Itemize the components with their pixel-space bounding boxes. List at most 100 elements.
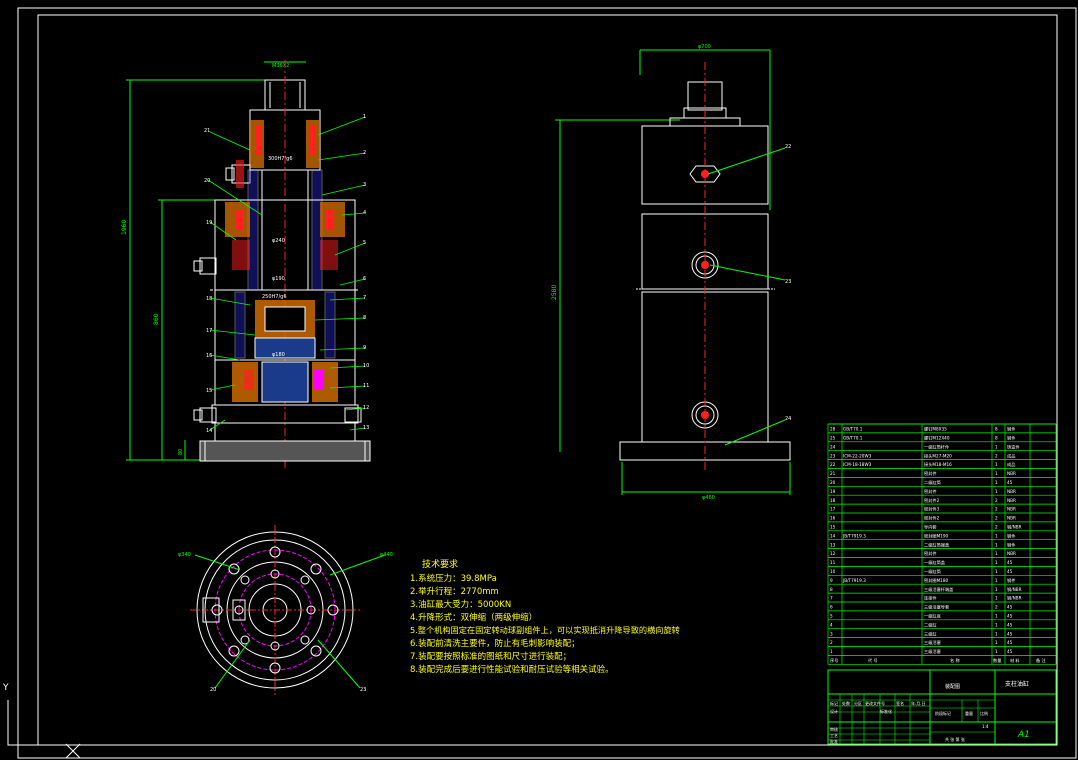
bom-row-std: ICM-22-20W3 bbox=[843, 453, 872, 458]
bom-row-no: 19 bbox=[830, 489, 836, 494]
tb-label-mark: 标记 bbox=[830, 700, 838, 706]
tb-label-scale: 比例 bbox=[980, 710, 988, 716]
tech-title: 技术要求 bbox=[422, 558, 458, 570]
svg-text:Y: Y bbox=[2, 683, 9, 693]
bom-row-qty: 1 bbox=[995, 587, 998, 592]
bom-row-name: 三级活塞 bbox=[924, 639, 942, 646]
bom-row-no: 5 bbox=[830, 614, 833, 619]
callout-18: 18 bbox=[206, 296, 212, 302]
dim-side-height: 2580 bbox=[551, 285, 558, 300]
bom-row-material: 钢/NBR bbox=[1007, 595, 1022, 602]
bom-row-no: 6 bbox=[830, 605, 833, 610]
bom-row-material: 钢件 bbox=[1007, 541, 1015, 548]
bom-row-name: 二级缸筒端盖 bbox=[924, 541, 949, 548]
callout-21: 21 bbox=[204, 128, 210, 134]
bom-row-no: 8 bbox=[830, 587, 833, 592]
bom-row-material: NBR bbox=[1007, 507, 1016, 512]
bom-row-no: 4 bbox=[830, 622, 833, 627]
tb-label-design: 设计 bbox=[830, 708, 838, 714]
tech-line-6: 6.装配前清洗主要件，防止有毛刺影响装配； bbox=[410, 638, 580, 649]
bom-row-name: 密封件2 bbox=[924, 497, 940, 504]
bom-row-name: 二级缸 bbox=[924, 621, 937, 628]
bom-row-no: 22 bbox=[830, 462, 836, 467]
callout-5: 5 bbox=[363, 240, 366, 246]
bom-row-name: 螺钉M8X35 bbox=[924, 426, 947, 433]
bom-row-name: 连接件 bbox=[924, 595, 937, 602]
bom-row-no: 15 bbox=[830, 525, 836, 530]
callout-16: 16 bbox=[206, 353, 212, 359]
bom-row-name: 接头M27-M20 bbox=[924, 452, 952, 459]
dia-inner: φ240 bbox=[272, 238, 285, 244]
bom-header-material: 材 料 bbox=[1010, 657, 1021, 664]
bom-row-no: 25 bbox=[830, 436, 836, 441]
bom-row-no: 14 bbox=[830, 533, 836, 538]
bom-row-no: 28 bbox=[830, 427, 836, 432]
tb-label-zone: 分区 bbox=[854, 700, 862, 706]
bom-row-no: 13 bbox=[830, 542, 836, 547]
callout-15: 15 bbox=[206, 388, 212, 394]
bom-row-no: 20 bbox=[830, 480, 836, 485]
tech-requirements: 技术要求 1.系统压力：39.8MPa 2.举升行程：2770mm 3.油缸最大… bbox=[410, 558, 680, 675]
callout-6: 6 bbox=[363, 276, 366, 282]
callout-8: 8 bbox=[363, 315, 366, 321]
bom-row-material: 45 bbox=[1007, 569, 1013, 574]
bom-row-name: 二级缸筒 bbox=[924, 479, 941, 486]
plan-callout-20: 20 bbox=[210, 687, 216, 693]
bom-row-name: 三级缸 bbox=[924, 630, 937, 637]
callout-14: 14 bbox=[206, 428, 212, 434]
bom-row-no: 2 bbox=[830, 640, 833, 645]
bom-row-no: 3 bbox=[830, 631, 833, 636]
tb-label-process: 工艺 bbox=[830, 733, 838, 738]
bom-row-std: GB/T70.1 bbox=[843, 427, 863, 432]
side-callout-22: 22 bbox=[785, 144, 791, 150]
bom-row-std: ICM-18-18W3 bbox=[843, 462, 872, 467]
bom-row-name: 三级活塞导套 bbox=[924, 604, 950, 611]
bom-row-qty: 2 bbox=[995, 453, 998, 458]
bom-row-name: 一级缸筒杆件 bbox=[924, 443, 949, 450]
bom-row-qty: 1 bbox=[995, 649, 998, 654]
bom-row-name: 密封件 bbox=[924, 550, 937, 557]
bom-row-material: NBR bbox=[1007, 516, 1016, 521]
callout-9: 9 bbox=[363, 345, 366, 351]
bom-row-qty: 1 bbox=[995, 462, 998, 467]
bom-row-qty: 8 bbox=[995, 427, 998, 432]
bom-row-name: 导向套 bbox=[924, 524, 937, 531]
bom-row-qty: 2 bbox=[995, 498, 998, 503]
plan-dim-right: φ440 bbox=[380, 552, 393, 558]
bom-row-material: 45 bbox=[1007, 631, 1013, 636]
bom-header-name: 名 称 bbox=[950, 657, 960, 664]
tech-line-8: 8.装配完成后要进行性能试验和耐压试验等相关试验。 bbox=[410, 664, 614, 675]
plan-callout-23: 23 bbox=[360, 687, 366, 693]
bom-row-material: 钢件 bbox=[1007, 577, 1015, 584]
bom-row-material: 钢件 bbox=[1007, 426, 1015, 433]
bom-row-name: 一级缸底 bbox=[924, 613, 941, 620]
callouts-left: 21 20 19 18 17 16 15 14 bbox=[204, 128, 212, 434]
callout-1: 1 bbox=[363, 114, 366, 120]
bom-row-name: 密封件 bbox=[924, 488, 937, 495]
callout-19: 19 bbox=[206, 220, 212, 226]
bom-row-material: 成品 bbox=[1007, 452, 1015, 459]
bom-row-no: 17 bbox=[830, 507, 836, 512]
cad-drawing: M36X2 1960 860 80 300H7/g6 φ240 φ190 250… bbox=[2, 7, 1077, 759]
front-section-view: M36X2 1960 860 80 300H7/g6 φ240 φ190 250… bbox=[121, 60, 371, 470]
bom-row-material: 钢件 bbox=[1007, 435, 1015, 442]
tb-drawing-name: 支柱油缸 bbox=[1005, 680, 1029, 688]
tb-school: 装配图 bbox=[945, 683, 960, 690]
callout-2: 2 bbox=[363, 150, 366, 156]
bom-row-name: 接头M18-M16 bbox=[924, 461, 952, 468]
bom-row-material: 钢/NBR bbox=[1007, 524, 1022, 531]
bom-row-material: 45 bbox=[1007, 605, 1013, 610]
dia-lower: φ190 bbox=[272, 276, 285, 282]
tb-label-weight: 重量 bbox=[965, 710, 973, 716]
bom-row-material: 钢件 bbox=[1007, 532, 1015, 539]
side-callout-24: 24 bbox=[785, 416, 791, 422]
bom-row-qty: 1 bbox=[995, 578, 998, 583]
bom-row-qty: 2 bbox=[995, 605, 998, 610]
bom-row-std: JB/T7919.3 bbox=[842, 533, 866, 538]
bom-row-no: 16 bbox=[830, 516, 836, 521]
bore-label: 300H7/g6 bbox=[268, 156, 293, 162]
tb-label-standard: 标准化 bbox=[880, 708, 892, 714]
tb-sheet-size: A1 bbox=[1017, 730, 1030, 740]
bom-row-material: 铸造件 bbox=[1007, 443, 1020, 450]
bom-row-no: 10 bbox=[830, 569, 836, 574]
